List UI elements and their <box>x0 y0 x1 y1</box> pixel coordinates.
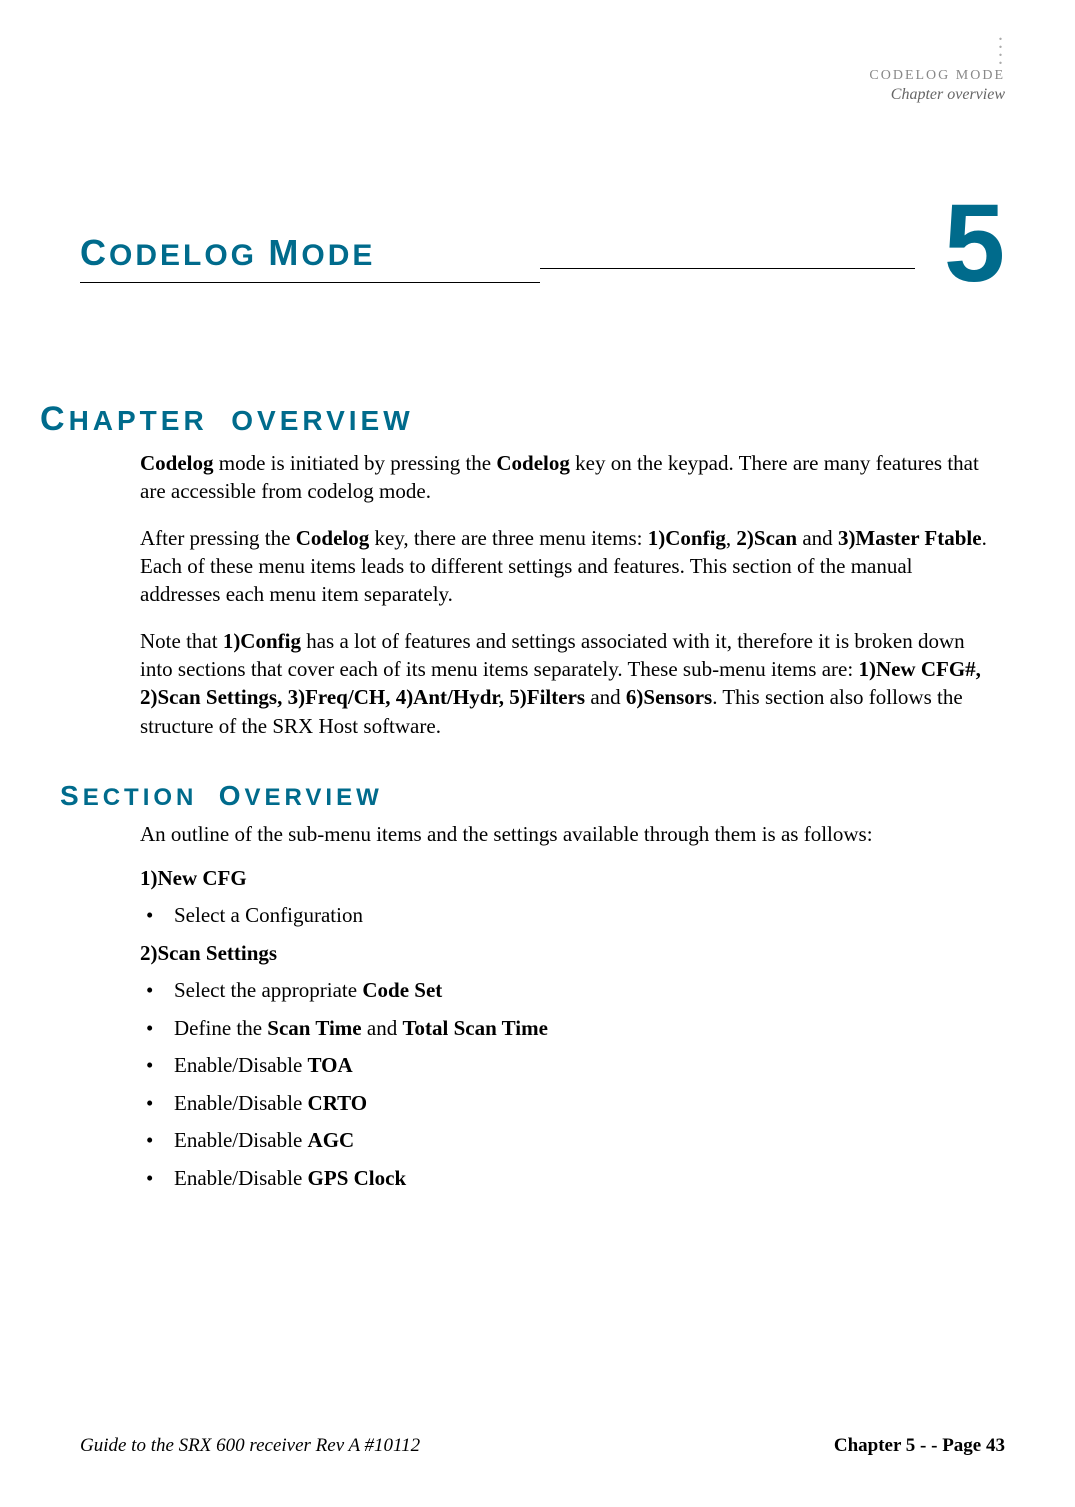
chapter-number: 5 <box>944 180 1005 307</box>
list-new-cfg: Select a Configuration <box>140 899 995 933</box>
section-overview-intro: An outline of the sub-menu items and the… <box>140 820 995 848</box>
decorative-dots: .... <box>869 30 1005 62</box>
list-item: Select a Configuration <box>140 899 995 933</box>
header-mode-label: CODELOG MODE <box>869 68 1005 84</box>
footer-left: Guide to the SRX 600 receiver Rev A #101… <box>80 1435 420 1457</box>
paragraph-2: After pressing the Codelog key, there ar… <box>140 524 995 609</box>
list-item: Enable/Disable AGC <box>140 1124 995 1158</box>
list-item: Select the appropriate Code Set <box>140 974 995 1008</box>
paragraph-1: Codelog mode is initiated by pressing th… <box>140 449 995 506</box>
list-item: Enable/Disable TOA <box>140 1049 995 1083</box>
running-header: .... CODELOG MODE Chapter overview <box>869 30 1005 104</box>
group-heading-new-cfg: 1)New CFG <box>140 866 995 891</box>
header-subtitle: Chapter overview <box>869 86 1005 104</box>
heading-section-overview: SECTION OVERVIEW <box>60 780 995 812</box>
chapter-title: CODELOG MODE <box>80 239 375 272</box>
chapter-title-row: CODELOG MODE <box>80 232 540 283</box>
list-scan-settings: Select the appropriate Code Set Define t… <box>140 974 995 1196</box>
list-item: Enable/Disable CRTO <box>140 1087 995 1121</box>
group-heading-scan-settings: 2)Scan Settings <box>140 941 995 966</box>
list-item: Enable/Disable GPS Clock <box>140 1162 995 1196</box>
page-footer: Guide to the SRX 600 receiver Rev A #101… <box>80 1435 1005 1457</box>
title-rule-right <box>540 268 915 269</box>
paragraph-3: Note that 1)Config has a lot of features… <box>140 627 995 740</box>
heading-chapter-overview: CHAPTER OVERVIEW <box>40 400 995 439</box>
list-item: Define the Scan Time and Total Scan Time <box>140 1012 995 1046</box>
footer-right: Chapter 5 - - Page 43 <box>834 1435 1005 1457</box>
